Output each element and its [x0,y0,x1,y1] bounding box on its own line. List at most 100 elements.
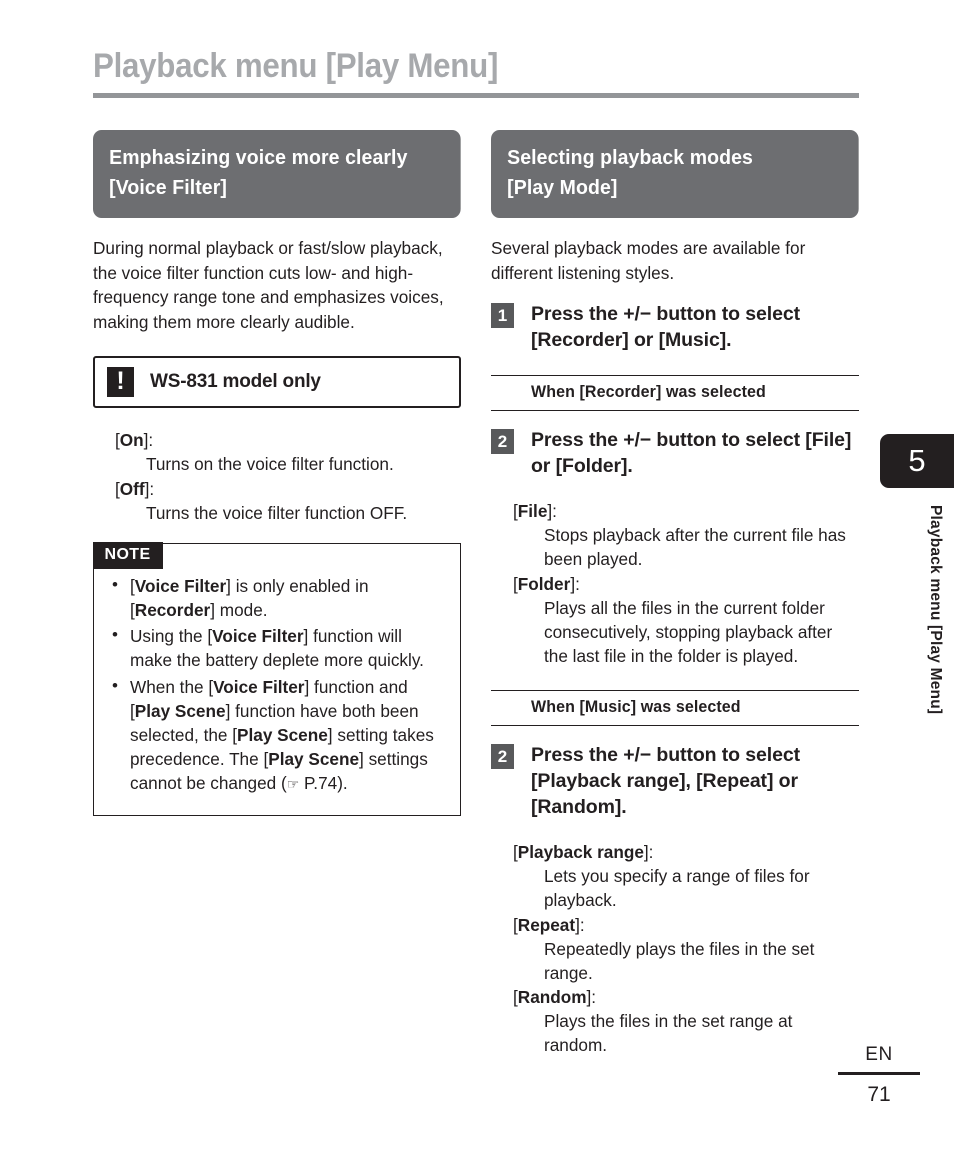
setting-term: [Folder]: [513,572,859,596]
setting-description: Lets you specify a range of files for pl… [544,866,810,911]
step-1: 1 Press the +/− button to select [Record… [491,301,859,353]
setting-term: [Off]: [115,477,461,501]
setting-name: File [517,501,548,522]
voice-filter-intro-paragraph: During normal playback or fast/slow play… [93,238,444,332]
setting-description: Plays the files in the set range at rand… [544,1011,793,1056]
step-instruction-text: Press the +/− button to select [Recorder… [531,301,859,353]
bracket-close: ]: [586,987,597,1008]
caution-box-text: WS-831 model only [150,371,321,393]
setting-term: [Random]: [513,985,859,1009]
plain-text: P.74). [299,773,348,794]
exclamation-mark-icon: ! [107,367,134,398]
emphasis-text: Music [664,329,720,352]
setting-term: [Repeat]: [513,913,859,937]
emphasis-text: Recorder [134,599,211,620]
setting-term: [File]: [513,499,859,523]
emphasis-text: Voice Filter [134,575,227,596]
plain-text: ☞ [286,776,300,793]
step-instruction-text: Press the +/− button to select [Playback… [531,742,859,820]
plain-text: When [ [531,383,585,402]
setting-description: Plays all the files in the current folde… [544,597,833,666]
setting-term: [On]: [115,428,461,452]
emphasis-text: Music [584,698,631,717]
right-column: Selecting playback modes [Play Mode] Sev… [491,130,859,1057]
setting-description: Turns on the voice filter function. [146,454,394,475]
plain-text: When the [ [130,676,214,697]
when-music-selected-band: When [Music] was selected [491,690,859,727]
emphasis-text: Recorder [537,329,623,352]
emphasis-text: Play Scene [237,725,328,745]
when-recorder-selected-band: When [Recorder] was selected [491,375,859,412]
section-header-play-mode: Selecting playback modes [Play Mode] [491,130,859,218]
bracket-close: ]: [575,914,585,935]
step-number-badge: 2 [491,744,514,770]
plain-text: ], [ [679,770,703,793]
section-header-voice-filter: Emphasizing voice more clearly [Voice Fi… [93,130,461,218]
setting-description: Repeatedly plays the files in the set ra… [544,938,815,983]
setting-name: Repeat [517,914,576,935]
chapter-number: 5 [908,443,926,478]
footer-rule [838,1072,920,1075]
left-column: Emphasizing voice more clearly [Voice Fi… [92,130,461,816]
when-recorder-selected-label: When [Recorder] was selected [531,383,766,402]
emphasis-text: File [811,429,845,452]
step-number-badge: 1 [491,303,514,329]
chapter-vertical-label: Playback menu [Play Menu] [927,505,944,715]
footer-language-code: EN [865,1044,893,1065]
note-item: When the [Voice Filter] function and [Pl… [110,674,444,797]
setting-term: [Playback range]: [513,840,859,864]
emphasis-text: Random [537,796,615,819]
plain-text: ] mode. [210,599,268,620]
setting-name: Folder [517,573,571,594]
chapter-tab: 5 [880,434,954,488]
footer-page-number: 71 [867,1083,891,1106]
setting-name: Random [517,987,587,1008]
play-mode-intro-paragraph: Several playback modes are available for… [491,238,806,283]
bracket-close: ]: [643,842,654,863]
setting-description: Stops playback after the current file ha… [544,525,846,570]
note-item: Using the [Voice Filter] function will m… [110,623,444,672]
emphasis-text: Repeat [702,770,768,793]
setting-name: On [119,430,144,451]
note-item: [Voice Filter] is only enabled in [Recor… [110,573,444,622]
title-divider-rule [93,93,859,98]
caution-box-ws831: ! WS-831 model only [93,356,461,409]
note-label: NOTE [92,542,163,570]
setting-name: Playback range [517,842,644,863]
setting-name: Off [119,478,145,499]
emphasis-text: Recorder [584,383,656,402]
bracket-close: ]: [143,430,154,451]
section-header-line2: [Play Mode] [507,176,618,199]
step-number-badge: 2 [491,429,514,455]
step-2-recorder: 2 Press the +/− button to select [File] … [491,427,859,479]
plain-text: Press the +/− button to select [ [531,429,812,452]
emphasis-text: Folder [562,455,622,478]
music-settings-list: [Playback range]: Lets you specify a rang… [491,840,859,1057]
section-header-line1: Selecting playback modes [507,146,753,169]
section-header-line2: [Voice Filter] [109,176,227,199]
bracket-close: ]: [547,501,557,522]
section-header-line1: Emphasizing voice more clearly [109,146,408,169]
page-title: Playback menu [Play Menu] [93,47,499,85]
plain-text: ]. [614,796,627,819]
emphasis-text: Playback range [537,770,680,793]
plain-text: ]. [621,455,633,478]
bracket-close: ]: [570,573,580,594]
emphasis-text: Voice Filter [212,626,304,647]
step-instruction-text: Press the +/− button to select [File] or… [531,427,859,479]
when-music-selected-label: When [Music] was selected [531,698,741,717]
emphasis-text: Play Scene [134,700,226,721]
plain-text: ] was selected [630,698,741,717]
emphasis-text: Play Scene [268,749,360,770]
emphasis-text: Voice Filter [213,676,305,697]
plain-text: ] or [ [622,329,665,352]
note-box: NOTE [Voice Filter] is only enabled in [… [92,542,461,816]
plain-text: ]. [719,329,732,352]
bracket-close: ]: [144,478,155,499]
plain-text: Using the [ [130,626,213,647]
note-item-list: [Voice Filter] is only enabled in [Recor… [110,573,444,797]
step-2-music: 2 Press the +/− button to select [Playba… [491,742,859,820]
recorder-settings-list: [File]: Stops playback after the current … [491,499,859,668]
plain-text: ] was selected [655,383,766,402]
page-footer: EN 71 [838,1044,920,1107]
